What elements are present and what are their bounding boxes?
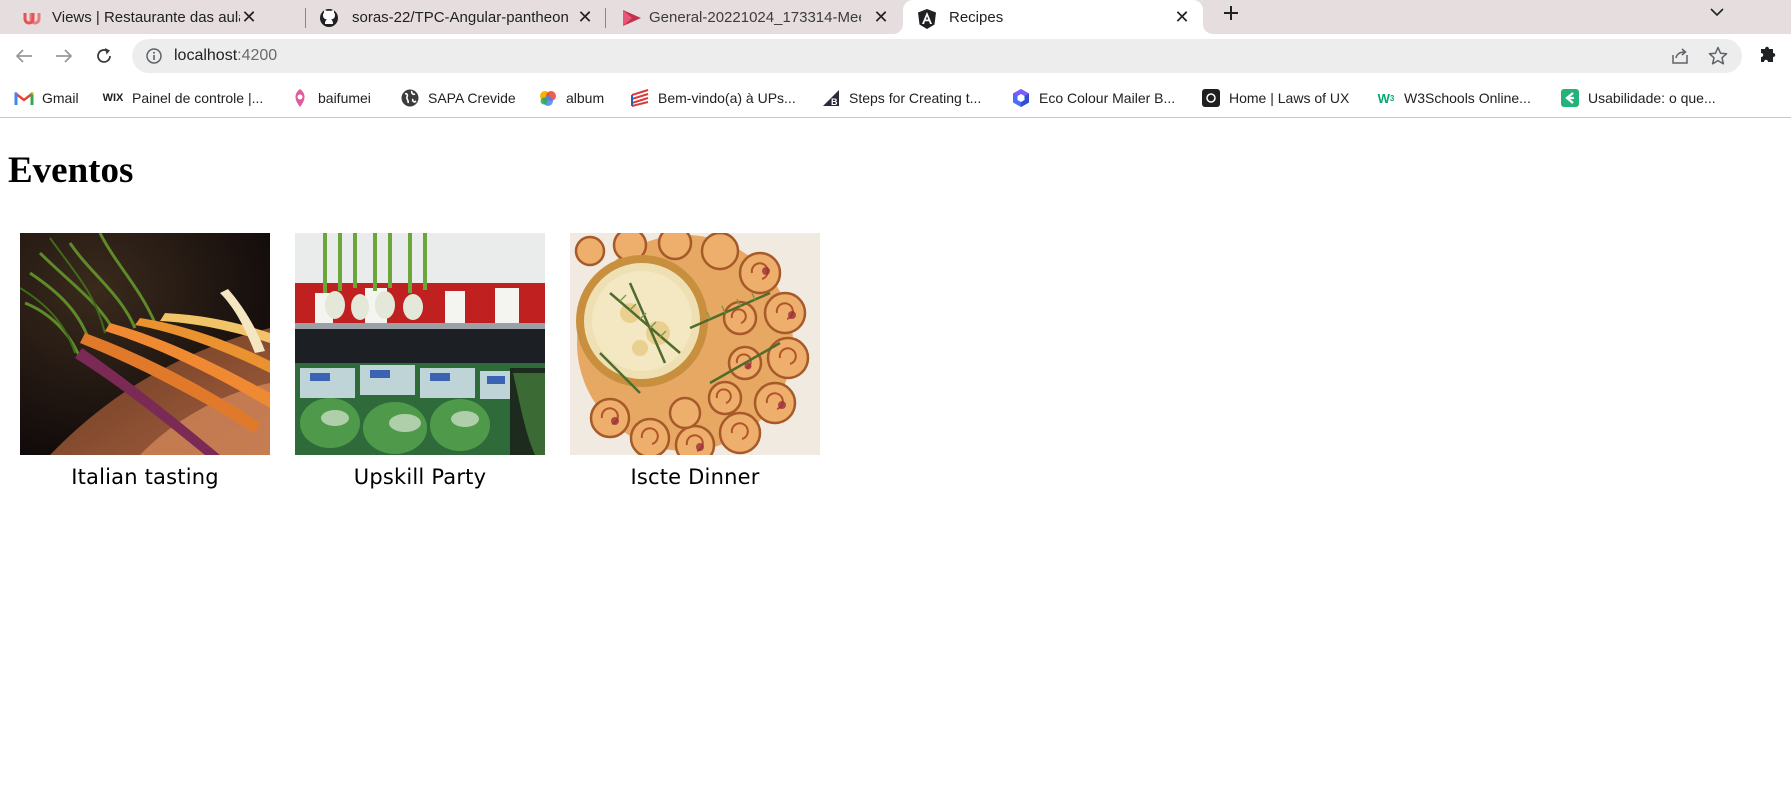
close-icon[interactable]: ✕: [868, 4, 894, 30]
carrots-photo[interactable]: [20, 233, 270, 455]
tab-title: Recipes: [949, 8, 1004, 26]
bookmark-sapa-crevide[interactable]: SAPA Crevide: [400, 86, 516, 110]
bookmark-bigcommerce[interactable]: B Steps for Creating t...: [821, 86, 981, 110]
close-icon[interactable]: ✕: [236, 4, 262, 30]
share-icon[interactable]: [1670, 47, 1690, 70]
bookmark-label: Steps for Creating t...: [849, 90, 982, 106]
bookmark-laws-of-ux[interactable]: Home | Laws of UX: [1201, 86, 1349, 110]
pastry-wheel-photo[interactable]: [570, 233, 820, 455]
forward-arrow-icon: [56, 49, 73, 63]
bookmark-usabilidade[interactable]: Usabilidade: o que...: [1560, 86, 1716, 110]
greens-fridge-photo[interactable]: [295, 233, 545, 455]
page-content: Eventos Italian tasting Upskill Party Is…: [0, 119, 1791, 789]
bookmark-label: Usabilidade: o que...: [1588, 90, 1716, 106]
tab-general-meeting[interactable]: General-20221024_173314-Meeti ✕: [606, 0, 902, 34]
lawsofux-icon: [1201, 88, 1221, 108]
event-card[interactable]: Upskill Party: [295, 233, 545, 489]
globe-icon: [400, 88, 420, 108]
tab-views-restaurante[interactable]: Views | Restaurante das aulas ✕: [0, 0, 268, 34]
github-icon: [319, 8, 339, 28]
tab-recipes[interactable]: Recipes ✕: [903, 0, 1203, 34]
tab-strip: Views | Restaurante das aulas ✕ soras-22…: [0, 0, 1791, 34]
new-tab-button[interactable]: [1216, 0, 1246, 26]
angular-icon: [917, 8, 937, 29]
bookmark-star-icon[interactable]: [1708, 46, 1728, 71]
tab-search-chevron-icon[interactable]: [1703, 0, 1731, 24]
bookmark-label: Eco Colour Mailer B...: [1039, 90, 1176, 106]
tab-title: Views | Restaurante das aulas: [52, 8, 240, 26]
wix-icon: WIX: [102, 92, 124, 104]
close-icon[interactable]: ✕: [572, 4, 598, 30]
reload-icon: [97, 48, 111, 63]
usabilidade-icon: [1560, 88, 1580, 108]
forward-button[interactable]: [48, 40, 80, 72]
bookmark-gmail[interactable]: Gmail: [14, 86, 79, 110]
close-icon[interactable]: ✕: [1169, 4, 1195, 30]
bookmark-label: SAPA Crevide: [428, 90, 516, 106]
gmail-icon: [14, 88, 34, 108]
bookmark-upskill[interactable]: Bem-vindo(a) à UPs...: [630, 86, 796, 110]
bookmark-label: baifumei: [318, 90, 371, 106]
bookmark-label: Home | Laws of UX: [1229, 90, 1350, 106]
event-name: Iscte Dinner: [630, 465, 760, 489]
bookmarks-bar: Gmail WIX Painel de controle |... baifum…: [0, 78, 1791, 118]
bookmark-label: W3Schools Online...: [1404, 90, 1531, 106]
extensions-puzzle-icon[interactable]: [1758, 43, 1778, 70]
bookmark-label: Painel de controle |...: [132, 90, 264, 106]
bookmark-wix[interactable]: WIX Painel de controle |...: [102, 86, 264, 110]
event-name: Upskill Party: [353, 465, 487, 489]
bookmark-label: album: [566, 90, 605, 106]
bookmark-eco-colour[interactable]: Eco Colour Mailer B...: [1011, 86, 1175, 110]
page-title: Eventos: [8, 150, 134, 191]
bookmark-label: Gmail: [42, 90, 79, 106]
tab-title: General-20221024_173314-Meeti: [649, 8, 861, 26]
eco-cube-icon: [1011, 88, 1031, 108]
bookmark-w3schools[interactable]: W3 W3Schools Online...: [1376, 86, 1531, 110]
bookmark-baifumei[interactable]: baifumei: [290, 86, 371, 110]
stream-video-icon: [621, 8, 641, 28]
back-arrow-icon: [15, 49, 32, 63]
upskill-icon: [630, 88, 650, 108]
bookmark-label: Bem-vindo(a) à UPs...: [658, 90, 796, 106]
tab-github[interactable]: soras-22/TPC-Angular-pantheon ✕: [306, 0, 606, 34]
udemy-icon: [22, 8, 42, 28]
event-card[interactable]: Italian tasting: [20, 233, 270, 489]
tab-title: soras-22/TPC-Angular-pantheon: [352, 8, 569, 26]
back-button[interactable]: [8, 40, 40, 72]
url-text[interactable]: localhost:4200: [174, 47, 277, 65]
site-info-icon[interactable]: [146, 48, 162, 69]
baifumei-icon: [290, 88, 310, 108]
bigcommerce-icon: B: [821, 88, 841, 108]
url-port: :4200: [237, 47, 278, 64]
event-card[interactable]: Iscte Dinner: [570, 233, 820, 489]
reload-button[interactable]: [88, 40, 120, 72]
w3schools-icon: W3: [1377, 90, 1395, 106]
bookmark-album[interactable]: album: [538, 86, 604, 110]
event-name: Italian tasting: [71, 465, 219, 489]
album-icon: [538, 88, 558, 108]
address-bar[interactable]: localhost:4200: [132, 39, 1742, 73]
browser-toolbar: localhost:4200: [0, 34, 1791, 78]
svg-text:B: B: [831, 97, 838, 107]
url-host: localhost: [174, 47, 238, 64]
